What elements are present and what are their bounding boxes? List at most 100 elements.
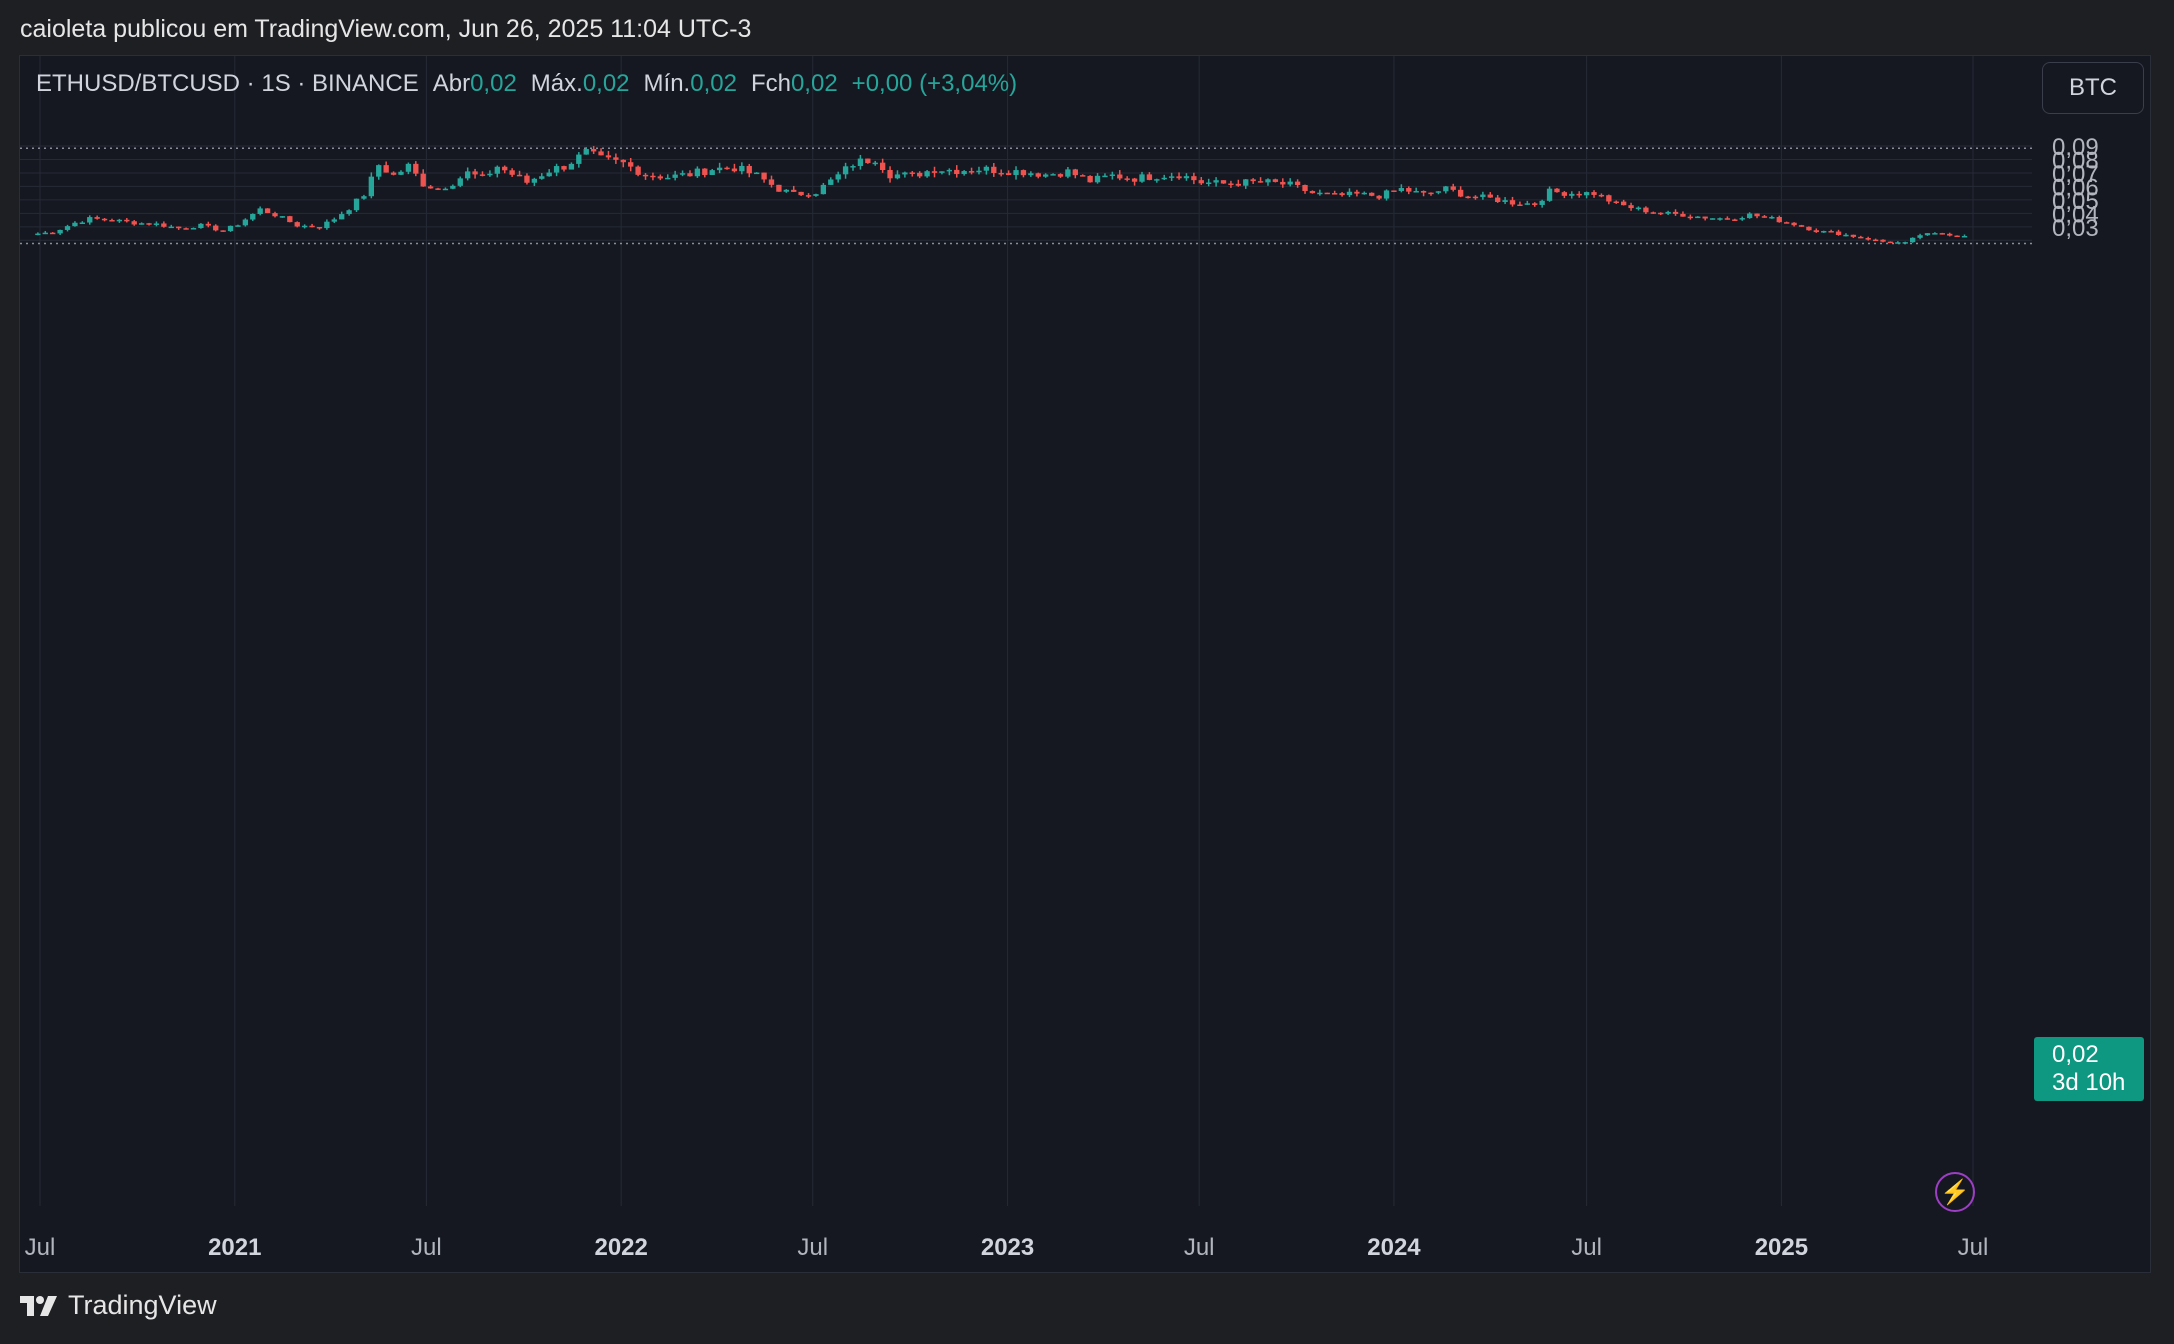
candle-down bbox=[917, 172, 923, 177]
candle-down bbox=[954, 169, 960, 175]
candle-up bbox=[1821, 231, 1827, 233]
candle-down bbox=[598, 151, 604, 156]
candle-down bbox=[761, 172, 767, 180]
high-value: 0,02 bbox=[582, 70, 630, 97]
candle-up bbox=[235, 225, 241, 227]
candle-down bbox=[390, 172, 397, 175]
lightning-icon[interactable]: ⚡ bbox=[1935, 1172, 1975, 1212]
candle-up bbox=[64, 226, 71, 230]
candle-up bbox=[1717, 218, 1723, 220]
candle-up bbox=[539, 176, 545, 179]
candle-down bbox=[1606, 195, 1612, 202]
candle-up bbox=[257, 208, 263, 215]
candle-down bbox=[1702, 216, 1708, 219]
candle-down bbox=[287, 216, 293, 223]
brand-name: TradingView bbox=[68, 1290, 217, 1320]
candle-up bbox=[961, 171, 967, 175]
price-axis: 0,090,080,070,060,050,040,03 bbox=[2052, 134, 2099, 242]
candle-down bbox=[1354, 191, 1360, 194]
candle-up bbox=[842, 166, 849, 175]
candle-down bbox=[1080, 175, 1086, 177]
candle-down bbox=[605, 155, 612, 158]
candle-down bbox=[1872, 239, 1879, 242]
candle-down bbox=[1554, 188, 1560, 193]
candle-down bbox=[1072, 169, 1078, 176]
candle-down bbox=[1672, 211, 1679, 214]
candle-down bbox=[746, 165, 752, 174]
candle-up bbox=[42, 232, 48, 235]
candle-up bbox=[1139, 174, 1145, 182]
candle-down bbox=[909, 172, 915, 174]
candle-down bbox=[1643, 207, 1649, 213]
candle-down bbox=[94, 217, 100, 219]
candle-down bbox=[657, 176, 664, 179]
candle-down bbox=[1850, 234, 1857, 237]
x-tick-label: 2023 bbox=[981, 1234, 1034, 1261]
candle-up bbox=[783, 189, 789, 192]
candle-up bbox=[398, 171, 404, 175]
range-reference-lines bbox=[20, 147, 2032, 245]
candle-up bbox=[227, 225, 234, 232]
candle-down bbox=[1561, 192, 1568, 196]
candle-up bbox=[1895, 242, 1901, 244]
top-bar: caioleta publicou em TradingView.com, Ju… bbox=[0, 0, 2174, 55]
candle-up bbox=[1161, 177, 1167, 180]
candle-down bbox=[1947, 233, 1953, 236]
candle-up bbox=[754, 172, 760, 175]
candle-down bbox=[1939, 233, 1945, 235]
candle-up bbox=[1361, 192, 1367, 195]
candle-down bbox=[1650, 212, 1656, 214]
chart-panel[interactable]: 0,09 0,08 0,07 0,06 0,05 0,04 0,03 Jul 2021 Jul 2… bbox=[19, 55, 2151, 1273]
open-value: 0,02 bbox=[470, 70, 517, 97]
candle-up bbox=[1746, 213, 1753, 219]
currency-button[interactable]: BTC bbox=[2042, 62, 2144, 114]
candle-down bbox=[435, 188, 441, 190]
candle-up bbox=[1213, 180, 1219, 183]
high-label: Máx. bbox=[530, 70, 583, 97]
candle-up bbox=[672, 174, 678, 178]
bar-countdown: 3d 10h bbox=[2052, 1069, 2126, 1096]
candle-down bbox=[1428, 192, 1434, 195]
candle-down bbox=[1865, 238, 1871, 240]
candle-up bbox=[1183, 176, 1190, 179]
candle-down bbox=[1257, 181, 1264, 183]
candle-up bbox=[331, 219, 337, 222]
candle-up bbox=[1769, 216, 1775, 219]
candle-down bbox=[724, 167, 730, 170]
publish-info: caioleta publicou em TradingView.com, Ju… bbox=[20, 15, 752, 43]
candle-up bbox=[902, 172, 908, 175]
candle-down bbox=[1791, 222, 1797, 226]
tradingview-brand[interactable]: TradingView bbox=[20, 1290, 217, 1321]
candle-up bbox=[894, 174, 901, 179]
candle-up bbox=[1583, 192, 1590, 196]
symbol-legend: ETHUSD/BTCUSD · 1S · BINANCE Abr 0,02 Máx… bbox=[36, 70, 1017, 98]
candle-up bbox=[1843, 234, 1849, 237]
candle-up bbox=[976, 170, 982, 173]
candle-down bbox=[205, 223, 211, 226]
candle-down bbox=[272, 213, 278, 217]
candle-down bbox=[931, 171, 938, 173]
candle-up bbox=[346, 210, 352, 215]
candle-up bbox=[198, 223, 204, 229]
candle-up bbox=[250, 214, 256, 220]
candle-down bbox=[1598, 194, 1605, 197]
candle-up bbox=[1028, 173, 1034, 176]
candle-up bbox=[983, 166, 990, 171]
chart-grid bbox=[20, 56, 2032, 1206]
candle-down bbox=[1406, 188, 1412, 192]
candle-down bbox=[516, 174, 523, 177]
candle-up bbox=[1569, 193, 1575, 196]
candle-up bbox=[694, 168, 701, 177]
candle-up bbox=[1094, 175, 1101, 183]
candle-down bbox=[768, 179, 775, 185]
symbol-name[interactable]: ETHUSD/BTCUSD · 1S · BINANCE bbox=[36, 70, 419, 98]
candle-down bbox=[628, 162, 634, 167]
price-chart[interactable]: 0,090,080,070,060,050,040,03 Jul 2021 Jul 2… bbox=[20, 56, 2152, 1274]
x-tick-label: Jul bbox=[25, 1234, 56, 1261]
candle-up bbox=[1924, 233, 1931, 236]
candle-up bbox=[168, 226, 174, 229]
candle-down bbox=[1339, 193, 1345, 196]
candle-down bbox=[1761, 216, 1768, 218]
candle-up bbox=[835, 174, 841, 180]
candle-down bbox=[1376, 195, 1382, 199]
